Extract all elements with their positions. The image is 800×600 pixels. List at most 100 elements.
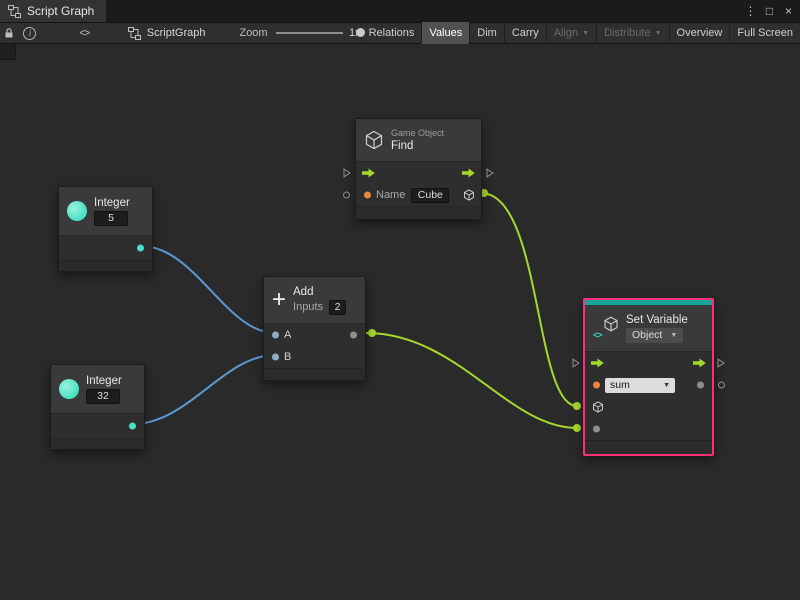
code-view-button[interactable]: <> [75, 22, 94, 44]
breadcrumb[interactable]: ScriptGraph [128, 22, 206, 44]
script-graph-icon [8, 5, 21, 18]
relations-button[interactable]: Relations [361, 22, 422, 44]
target-object-port[interactable] [592, 401, 604, 413]
info-icon: i [23, 27, 36, 40]
value-output-anchor[interactable] [718, 382, 725, 389]
node-title: Set Variable [626, 314, 688, 326]
chevron-down-icon: ▼ [670, 332, 677, 339]
variable-scope-dropdown[interactable]: Object ▼ [626, 328, 683, 343]
zoom-slider[interactable] [276, 22, 343, 44]
hollow-triangle-icon [343, 168, 351, 178]
cube-icon [364, 130, 384, 150]
values-button[interactable]: Values [421, 22, 469, 44]
lock-icon [3, 27, 15, 39]
name-value-field[interactable]: Cube [411, 188, 449, 203]
code-icon: <> [593, 330, 602, 340]
hollow-circle-icon [718, 382, 725, 389]
close-button[interactable]: × [779, 0, 798, 22]
dim-button[interactable]: Dim [469, 22, 504, 44]
zoom-label: Zoom [239, 22, 267, 44]
control-input-anchor[interactable] [343, 168, 351, 178]
game-object-output-port[interactable] [463, 189, 475, 201]
variable-name-dropdown[interactable]: sum ▼ [605, 378, 675, 393]
port-row [59, 236, 152, 260]
variable-name-port[interactable] [593, 382, 600, 389]
node-add[interactable]: + Add Inputs 2 A [263, 276, 366, 381]
wire-integer32-to-add-b[interactable] [133, 355, 275, 424]
input-a-row: A [264, 324, 365, 346]
integer-output-port[interactable] [137, 245, 144, 252]
zoom-slider-track [276, 32, 343, 34]
sum-output-port[interactable] [350, 332, 357, 339]
control-output-anchor[interactable] [486, 168, 494, 178]
graph-canvas[interactable]: Integer 5 Integer 32 [0, 44, 800, 600]
node-title: Integer [94, 197, 130, 209]
maximize-button[interactable]: □ [760, 0, 779, 22]
target-object-row [585, 396, 712, 418]
node-integer-32[interactable]: Integer 32 [50, 364, 145, 450]
control-output-anchor[interactable] [717, 358, 725, 368]
name-port-row: Name Cube [356, 184, 481, 206]
inputs-count-field[interactable]: 2 [329, 300, 346, 315]
value-output-port[interactable] [697, 382, 704, 389]
zoom-slider-handle[interactable] [356, 28, 365, 37]
integer-output-port[interactable] [129, 423, 136, 430]
cube-icon [592, 401, 604, 413]
overview-button[interactable]: Overview [669, 22, 730, 44]
integer-value-field[interactable]: 32 [86, 389, 120, 404]
port-row [51, 414, 144, 438]
input-a-port[interactable] [272, 332, 279, 339]
lock-button[interactable] [2, 22, 15, 44]
chevron-down-icon: ▼ [655, 30, 662, 37]
breadcrumb-label: ScriptGraph [147, 27, 206, 39]
script-graph-window: Script Graph ⋮ □ × i <> ScriptG [0, 0, 800, 600]
hollow-circle-icon [343, 192, 350, 199]
value-input-port[interactable] [593, 426, 600, 433]
inputs-label: Inputs [293, 301, 323, 313]
wire-endpoint [573, 424, 581, 432]
window-menu-button[interactable]: ⋮ [741, 0, 760, 22]
cube-icon [603, 316, 619, 332]
value-input-anchor[interactable] [343, 192, 350, 199]
align-button[interactable]: Align ▼ [546, 22, 596, 44]
control-flow-in-icon[interactable] [362, 168, 375, 178]
node-integer-5[interactable]: Integer 5 [58, 186, 153, 272]
input-b-port[interactable] [272, 354, 279, 361]
toolbar-buttons: Relations Values Dim Carry Align ▼ Distr… [361, 22, 800, 44]
wire-integer5-to-add-a[interactable] [141, 246, 275, 333]
name-input-port[interactable] [364, 192, 371, 199]
wire-endpoint [368, 329, 376, 337]
distribute-button[interactable]: Distribute ▼ [596, 22, 668, 44]
input-b-row: B [264, 346, 365, 368]
control-flow-in-icon[interactable] [591, 358, 604, 368]
integer-icon [67, 201, 87, 221]
chevron-down-icon: ▼ [663, 382, 670, 389]
wire-endpoint [573, 402, 581, 410]
tab-script-graph[interactable]: Script Graph [0, 0, 106, 22]
param-label: Name [376, 189, 405, 201]
graph-toolbar: i <> ScriptGraph Zoom 1x Relations Value… [0, 22, 800, 44]
info-button[interactable]: i [21, 22, 39, 44]
control-input-anchor[interactable] [572, 358, 580, 368]
control-flow-out-icon[interactable] [462, 168, 475, 178]
chevron-down-icon: ▼ [582, 30, 589, 37]
control-port-row [356, 162, 481, 184]
node-title: Integer [86, 375, 122, 387]
integer-value-field[interactable]: 5 [94, 211, 128, 226]
carry-button[interactable]: Carry [504, 22, 546, 44]
node-title: Find [391, 140, 413, 152]
value-input-row [585, 418, 712, 440]
hollow-triangle-icon [486, 168, 494, 178]
node-game-object-find[interactable]: Game Object Find [355, 118, 482, 220]
control-port-row [585, 352, 712, 374]
plus-icon: + [272, 290, 286, 310]
variable-name-row: sum ▼ [585, 374, 712, 396]
wire-find-to-setvariable-target[interactable] [481, 193, 577, 406]
hollow-triangle-icon [717, 358, 725, 368]
control-flow-out-icon[interactable] [693, 358, 706, 368]
tab-label: Script Graph [27, 4, 94, 18]
node-category: Game Object [391, 128, 444, 138]
node-set-variable[interactable]: <> Set Variable Object ▼ [583, 298, 714, 456]
full-screen-button[interactable]: Full Screen [729, 22, 800, 44]
input-a-label: A [284, 329, 291, 341]
